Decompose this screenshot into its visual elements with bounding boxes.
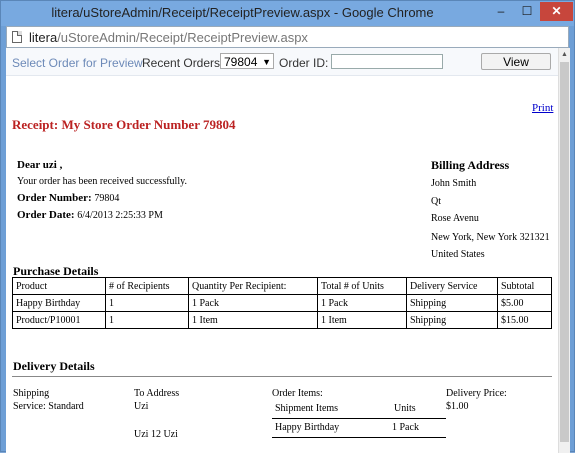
close-button[interactable]: ✕ [540,2,573,21]
vertical-scrollbar[interactable]: ▲ [558,48,570,453]
order-number-label: Order Number: [17,192,92,204]
billing-line: Qt [431,196,441,207]
table-header-row: Product # of Recipients Quantity Per Rec… [12,277,552,295]
shipping-label: Shipping [13,388,50,399]
table-cell: Happy Birthday [12,294,106,312]
order-number-row: Order Number: 79804 [17,192,119,204]
order-items-table: Shipment Items Units Happy Birthday 1 Pa… [272,400,446,438]
items-row: Happy Birthday 1 Pack [272,419,446,438]
table-cell: 1 [105,294,189,312]
table-row: Product/P10001 1 1 Item 1 Item Shipping … [12,311,552,329]
items-column-header: Shipment Items [275,403,339,414]
billing-line: United States [431,249,485,260]
table-cell: $5.00 [497,294,552,312]
to-address-name: Uzi [134,401,149,412]
recent-orders-label: Recent Orders: [142,56,224,70]
recent-orders-select[interactable]: 79804 ▼ [220,53,274,69]
chevron-down-icon: ▼ [262,57,271,67]
table-cell: Shipping [406,294,498,312]
order-id-input[interactable] [331,54,443,69]
delivery-heading: Delivery Details [13,359,95,373]
preview-toolbar: Select Order for Preview Recent Orders: … [6,48,558,76]
order-date-label: Order Date: [17,209,75,221]
shipping-service: Service: Standard [13,401,84,412]
items-header-row: Shipment Items Units [272,400,446,419]
column-header: # of Recipients [105,277,189,295]
items-column-header: Units [394,403,416,414]
url-text[interactable]: litera/uStoreAdmin/Receipt/ReceiptPrevie… [29,30,308,45]
maximize-button[interactable]: ☐ [514,2,540,21]
billing-heading: Billing Address [431,158,510,172]
order-items-label: Order Items: [272,388,323,399]
address-bar[interactable]: litera/uStoreAdmin/Receipt/ReceiptPrevie… [6,26,569,48]
table-cell: 1 [105,311,189,329]
window-title: litera/uStoreAdmin/Receipt/ReceiptPrevie… [51,5,434,20]
delivery-price-value: $1.00 [446,401,469,412]
column-header: Subtotal [497,277,552,295]
to-address-label: To Address [134,388,180,399]
url-host: litera [29,30,58,45]
order-date-value: 6/4/2013 2:25:33 PM [77,210,163,221]
order-id-label: Order ID: [279,56,329,70]
column-header: Quantity Per Recipient: [188,277,318,295]
table-cell: 1 Pack [317,294,407,312]
page-content: Select Order for Preview Recent Orders: … [6,48,558,453]
url-path: /uStoreAdmin/Receipt/ReceiptPreview.aspx [57,30,308,45]
table-cell: Product/P10001 [12,311,106,329]
order-date-row: Order Date: 6/4/2013 2:25:33 PM [17,209,163,221]
page-icon [12,31,22,43]
scrollbar-thumb[interactable] [560,62,569,442]
success-message: Your order has been received successfull… [17,176,187,187]
view-button[interactable]: View [481,53,551,70]
to-address-line: Uzi 12 Uzi [134,429,178,440]
divider [12,376,552,377]
print-link[interactable]: Print [532,102,553,114]
table-cell: 1 Pack [188,294,318,312]
table-cell: 1 Item [188,311,318,329]
column-header: Product [12,277,106,295]
recent-orders-value: 79804 [224,55,258,69]
title-bar: litera/uStoreAdmin/Receipt/ReceiptPrevie… [1,1,574,26]
billing-line: Rose Avenu [431,213,479,224]
purchase-table: Product # of Recipients Quantity Per Rec… [12,277,552,329]
billing-line: New York, New York 321321 [431,232,550,243]
minimize-button[interactable]: – [488,2,514,21]
column-header: Delivery Service [406,277,498,295]
select-order-link[interactable]: Select Order for Preview [12,56,143,70]
table-cell: Shipping [406,311,498,329]
scroll-up-icon[interactable]: ▲ [559,48,570,60]
column-header: Total # of Units [317,277,407,295]
receipt-title: Receipt: My Store Order Number 79804 [12,117,236,132]
order-number-value: 79804 [94,193,120,204]
browser-window: litera/uStoreAdmin/Receipt/ReceiptPrevie… [0,0,575,453]
billing-line: John Smith [431,178,477,189]
table-row: Happy Birthday 1 1 Pack 1 Pack Shipping … [12,294,552,312]
table-cell: $15.00 [497,311,552,329]
items-cell: 1 Pack [392,422,419,433]
greeting: Dear uzi , [17,159,63,171]
delivery-price-label: Delivery Price: [446,388,507,399]
items-cell: Happy Birthday [275,422,340,433]
table-cell: 1 Item [317,311,407,329]
